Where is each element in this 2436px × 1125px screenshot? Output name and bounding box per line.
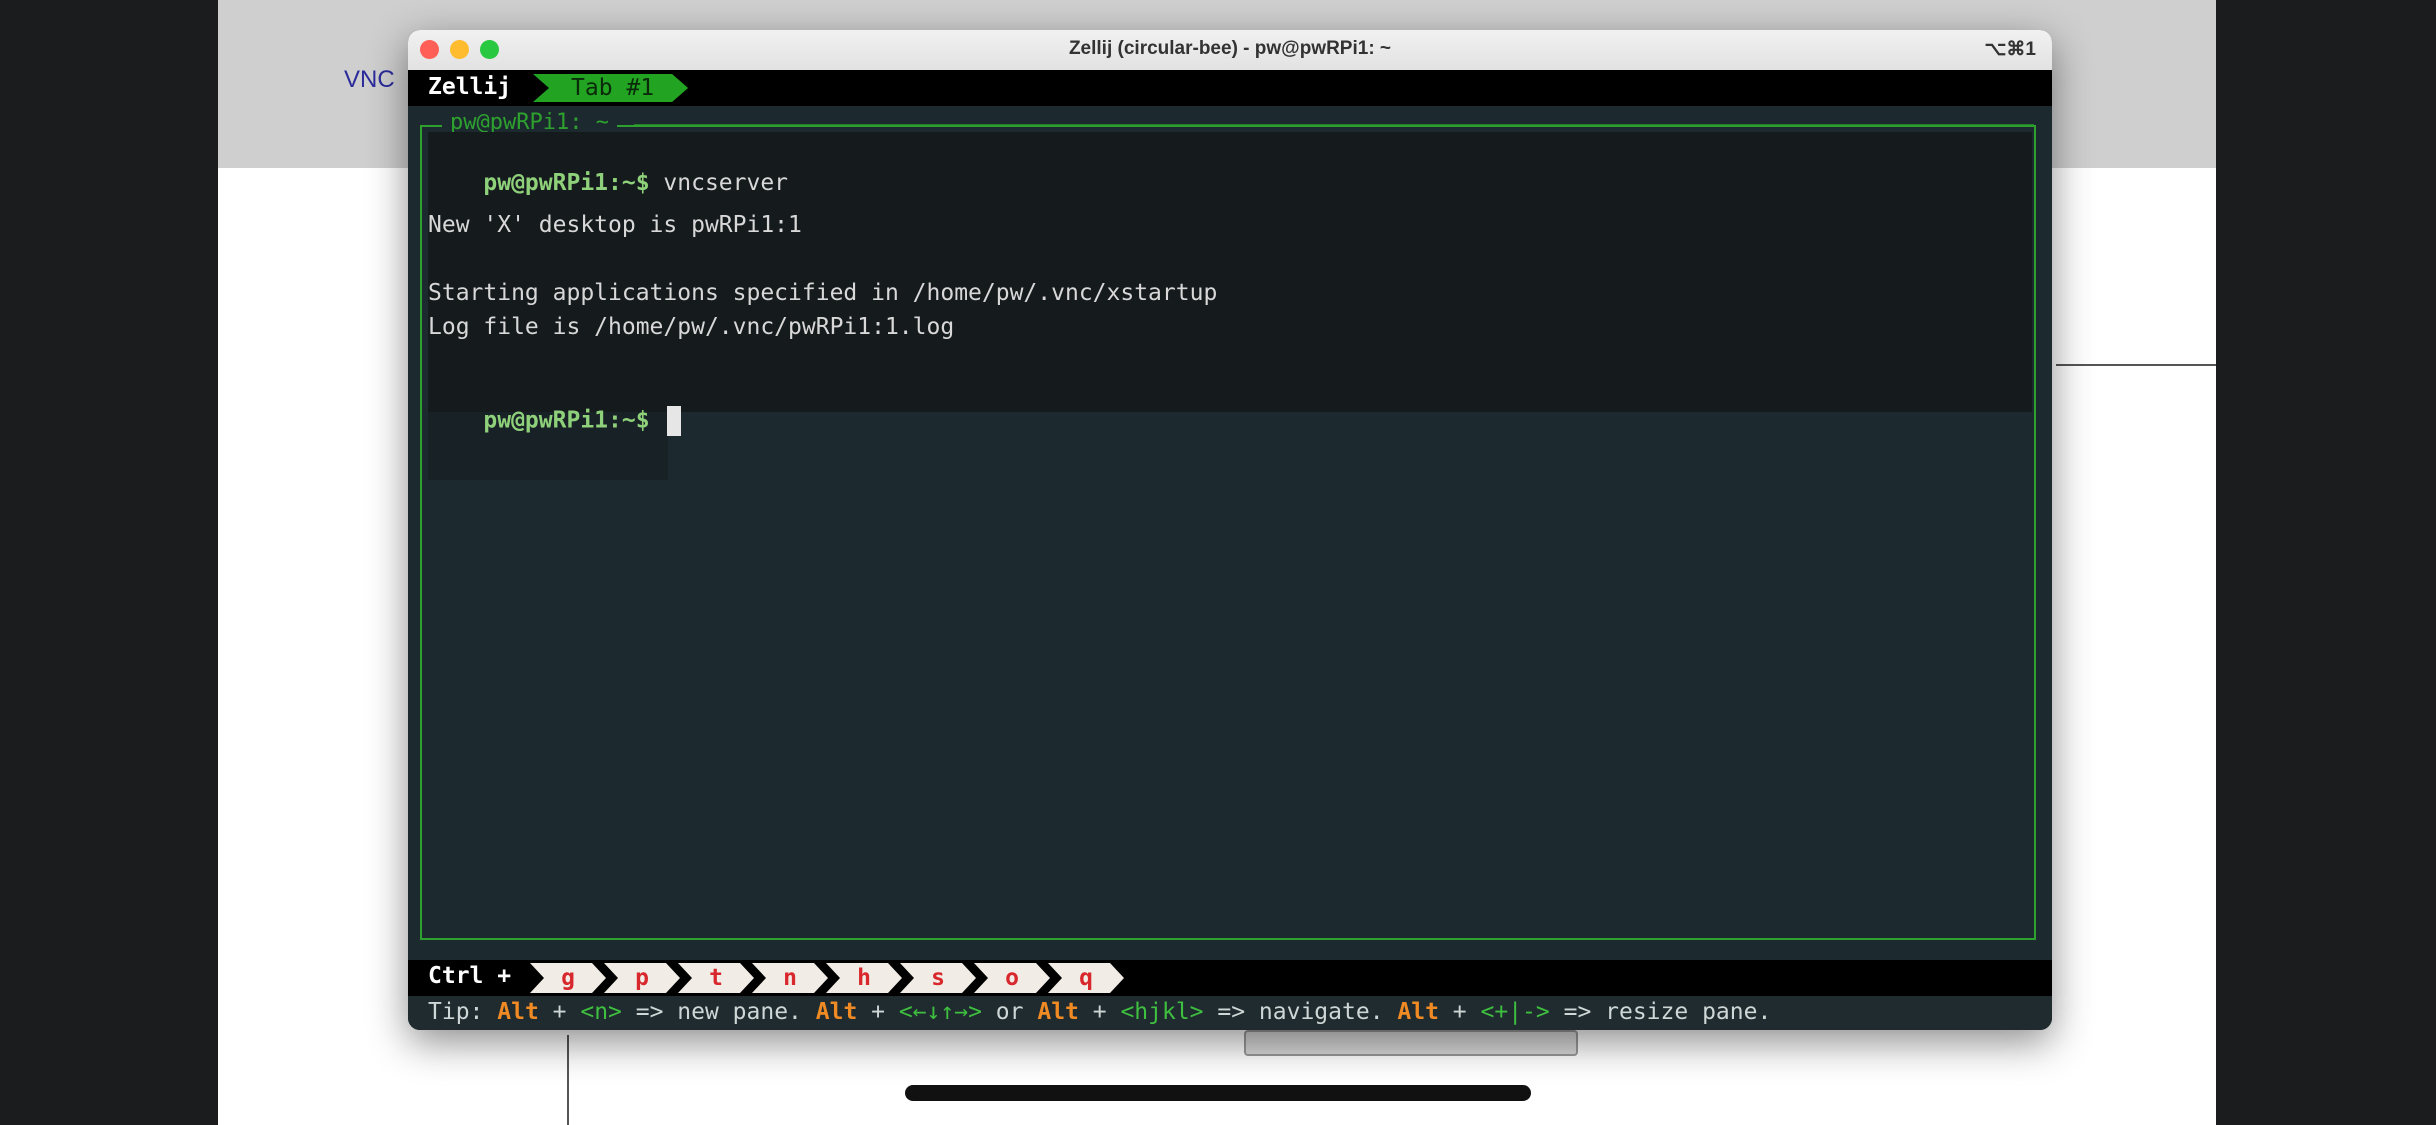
key-new-label: <n> xyxy=(580,999,622,1025)
session-name: Zellij xyxy=(428,74,512,100)
alt-key-label: Alt xyxy=(497,999,539,1025)
plus-sign: + xyxy=(1078,999,1121,1025)
key-o-mode[interactable]: o xyxy=(974,963,1050,993)
vnc-label: VNC xyxy=(344,66,395,93)
shell-prompt: pw@pwRPi1:~$ xyxy=(483,170,650,196)
key-t-mode[interactable]: t xyxy=(678,963,754,993)
backdrop-divider xyxy=(2056,364,2216,366)
alt-key-label: Alt xyxy=(1397,999,1439,1025)
right-letterbox xyxy=(2216,0,2436,1125)
tip-prefix: Tip: xyxy=(428,999,498,1025)
alt-key-label: Alt xyxy=(1037,999,1079,1025)
text-cursor xyxy=(667,406,682,436)
terminal-window: Zellij (circular-bee) - pw@pwRPi1: ~ ⌥⌘1… xyxy=(408,30,2052,1030)
resize-keys-label: <+|-> xyxy=(1480,999,1550,1025)
alt-key-label: Alt xyxy=(815,999,858,1025)
backdrop-scrollbar[interactable] xyxy=(1244,1030,1578,1056)
key-p-mode[interactable]: p xyxy=(604,963,680,993)
navigate-text: => navigate. xyxy=(1203,999,1398,1025)
pane-title-rule xyxy=(634,124,2034,126)
plus-sign: + xyxy=(538,999,581,1025)
window-titlebar[interactable]: Zellij (circular-bee) - pw@pwRPi1: ~ ⌥⌘1 xyxy=(408,30,2052,71)
key-h-mode[interactable]: h xyxy=(826,963,902,993)
left-letterbox xyxy=(0,0,218,1125)
home-indicator xyxy=(905,1085,1531,1101)
tip-bar: Tip: Alt + <n> => new pane. Alt + <←↓↑→>… xyxy=(408,996,2052,1030)
zellij-tab-bar: Zellij Tab #1 xyxy=(408,70,2052,106)
tip-text: Tip: Alt + <n> => new pane. Alt + <←↓↑→>… xyxy=(428,999,1771,1025)
key-g-mode[interactable]: g xyxy=(530,963,606,993)
plus-sign: + xyxy=(1438,999,1481,1025)
key-s-mode[interactable]: s xyxy=(900,963,976,993)
backdrop-divider-vertical xyxy=(567,1035,569,1125)
arrow-keys-label: <←↓↑→> xyxy=(898,999,982,1025)
hjkl-keys-label: <hjkl> xyxy=(1120,999,1204,1025)
key-q-mode[interactable]: q xyxy=(1048,963,1124,993)
ctrl-label: Ctrl + xyxy=(428,963,512,989)
terminal-line[interactable]: pw@pwRPi1:~$ xyxy=(428,380,682,462)
window-shortcut: ⌥⌘1 xyxy=(1984,39,2036,60)
plus-sign: + xyxy=(857,999,899,1025)
zellij-status-bar: Ctrl + g p t n h s o q xyxy=(408,960,2052,996)
or-text: or xyxy=(981,999,1038,1025)
shell-prompt: pw@pwRPi1:~$ xyxy=(483,407,650,434)
tab-1[interactable]: Tab #1 xyxy=(533,74,688,102)
terminal-line: pw@pwRPi1:~$ vncserver xyxy=(428,144,788,222)
terminal-line: Starting applications specified in /home… xyxy=(428,280,1218,306)
command-text: vncserver xyxy=(649,170,789,196)
terminal-line: New 'X' desktop is pwRPi1:1 xyxy=(428,212,802,238)
key-n-mode[interactable]: n xyxy=(752,963,828,993)
resize-text: => resize pane. xyxy=(1549,999,1772,1025)
terminal-line: Log file is /home/pw/.vnc/pwRPi1:1.log xyxy=(428,314,955,340)
command-text xyxy=(650,408,664,434)
window-title: Zellij (circular-bee) - pw@pwRPi1: ~ xyxy=(1068,38,1392,59)
new-pane-text: => new pane. xyxy=(621,999,816,1025)
